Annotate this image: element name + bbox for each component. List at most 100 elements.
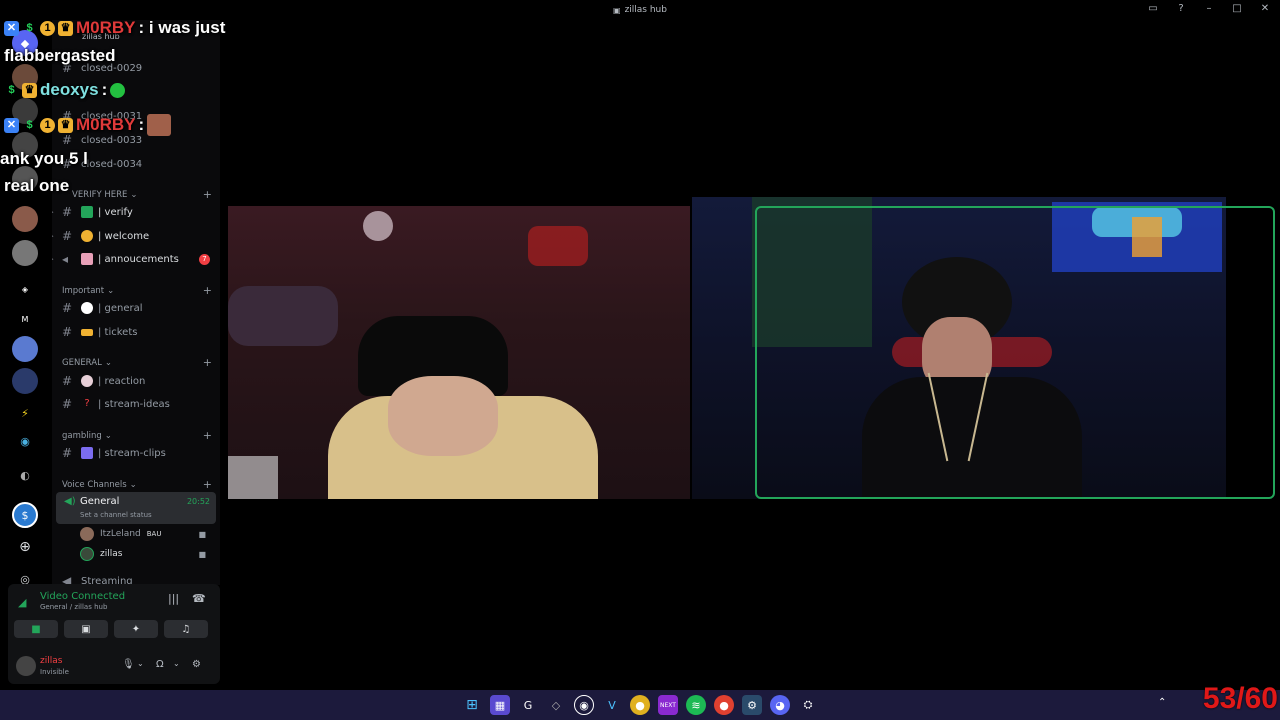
spotify-icon[interactable]: ≋ [686, 695, 706, 715]
activities-button[interactable]: ✦ [114, 620, 158, 638]
camera-icon: ■ [198, 549, 206, 559]
dollar-server-icon[interactable]: $ [12, 502, 38, 528]
channel-reaction[interactable]: # | reaction [52, 371, 220, 391]
window-title: zillas hub [624, 5, 667, 15]
voice-channel-streaming[interactable]: ◀ Streaming [52, 571, 220, 585]
help-icon[interactable]: ? [1174, 3, 1188, 14]
steam-icon[interactable]: ⚙ [742, 695, 762, 715]
settings-gear-icon[interactable]: ⚙ [192, 659, 201, 670]
disconnect-icon[interactable]: ☎ [192, 592, 206, 605]
add-channel-icon[interactable]: + [203, 478, 212, 491]
channel-tickets[interactable]: # | tickets [52, 322, 220, 342]
noise-suppression-icon[interactable]: ||| [168, 592, 179, 605]
close-button[interactable]: ✕ [1258, 3, 1272, 14]
chevron-down-icon[interactable]: ⌄ [173, 659, 180, 668]
screenshare-button[interactable]: ▣ [64, 620, 108, 638]
category-label: GENERAL [62, 357, 102, 368]
chat-username: M0RBY [76, 18, 136, 37]
category-general[interactable]: GENERAL ⌄ + [62, 356, 212, 369]
badge-icon: ✕ [4, 117, 19, 133]
server-icon-8[interactable]: ◈ [12, 276, 38, 302]
chat-username: M0RBY [76, 115, 136, 134]
camera-button[interactable]: ■ [14, 620, 58, 638]
inbox-icon[interactable]: ▭ [1146, 3, 1160, 14]
app-icon[interactable]: NEXT [658, 695, 678, 715]
server-icon-13[interactable]: ◐ [12, 462, 38, 488]
hash-icon: # [62, 301, 73, 315]
voice-user-itzleland[interactable]: ItzLeland BAU ■ [80, 525, 216, 543]
category-gambling[interactable]: gambling ⌄ + [62, 429, 212, 442]
dollar-badge-icon: $ [26, 118, 33, 131]
channel-label: | reaction [98, 375, 146, 387]
user-name: zillas [40, 656, 63, 666]
vscode-icon[interactable]: V [602, 695, 622, 715]
user-tag: BAU [146, 530, 162, 538]
chat-text: : i was just [138, 18, 226, 37]
add-channel-icon[interactable]: + [203, 356, 212, 369]
video-tile-itzleland[interactable] [228, 206, 690, 499]
channel-label: | stream-clips [98, 447, 166, 459]
app-icon[interactable]: ⛭ [798, 695, 818, 715]
add-server-icon[interactable]: ⊕ [12, 534, 38, 560]
windows-start-icon[interactable]: ⊞ [462, 695, 482, 715]
channel-stream-clips[interactable]: # | stream-clips [52, 443, 220, 463]
badge-icon: ✕ [4, 20, 19, 36]
chat-text: flabbergasted [4, 46, 116, 65]
obs-icon[interactable]: ◉ [574, 695, 594, 715]
chat-message: $ ♛ deoxys : [4, 80, 126, 100]
app-icon[interactable]: G [518, 695, 538, 715]
voice-user-name: zillas [100, 549, 123, 559]
app-icon[interactable]: ◇ [546, 695, 566, 715]
fps-counter: 53/60 [1202, 682, 1278, 715]
mic-icon[interactable]: 🎙 [122, 659, 135, 670]
add-channel-icon[interactable]: + [203, 429, 212, 442]
chevron-right-icon: ▸ [52, 232, 54, 240]
chat-username: deoxys [40, 80, 99, 99]
voice-channel-general[interactable]: ◀) General 20:52 Set a channel status [56, 492, 216, 524]
channel-welcome[interactable]: ▸ # | welcome [52, 226, 220, 246]
server-icon-11[interactable] [12, 368, 38, 394]
maximize-button[interactable]: □ [1230, 3, 1244, 14]
discord-icon[interactable]: ◕ [770, 695, 790, 715]
clip-icon [81, 447, 93, 459]
megaphone-icon: ◂ [62, 252, 69, 266]
minimize-button[interactable]: – [1202, 3, 1216, 14]
question-icon: ? [84, 398, 90, 409]
voice-timer: 20:52 [186, 497, 210, 506]
channel-annoucements[interactable]: ▸ ◂ | annoucements 7 [52, 249, 220, 269]
apps-icon[interactable]: ▦ [490, 695, 510, 715]
server-icon-10[interactable] [12, 336, 38, 362]
chevron-up-icon[interactable]: ⌃ [1158, 697, 1166, 708]
crown-badge-icon: ♛ [22, 82, 37, 98]
server-icon-7[interactable] [12, 240, 38, 266]
channel-label: | annoucements [98, 253, 179, 265]
voice-user-name: ItzLeland [100, 529, 141, 539]
chrome-icon[interactable]: ● [630, 695, 650, 715]
server-icon-9[interactable]: M [12, 306, 38, 332]
crown-badge-icon: ♛ [58, 20, 73, 36]
category-important[interactable]: Important ⌄ + [62, 284, 212, 297]
add-channel-icon[interactable]: + [203, 284, 212, 297]
category-voice-channels[interactable]: Voice Channels ⌄ + [62, 478, 212, 491]
voice-channel-name: General [80, 496, 120, 507]
hash-icon: # [62, 446, 73, 460]
channel-general-text[interactable]: # | general [52, 298, 220, 318]
channel-label: | tickets [98, 326, 138, 338]
emote-icon [147, 114, 172, 136]
chevron-down-icon[interactable]: ⌄ [137, 659, 144, 668]
chat-text: ank you 5 l [0, 149, 88, 168]
chrome-icon[interactable]: ● [714, 695, 734, 715]
channel-stream-ideas[interactable]: #? | stream-ideas [52, 394, 220, 414]
soundboard-button[interactable]: ♫ [164, 620, 208, 638]
stream-chat-overlay: ✕ $ 1 ♛ M0RBY : i was just flabbergasted… [0, 0, 260, 210]
headphones-icon[interactable]: Ω [156, 659, 164, 670]
lightning-icon[interactable]: ⚡ [12, 400, 38, 426]
speaking-indicator [755, 206, 1275, 499]
voice-user-zillas[interactable]: zillas ■ [80, 545, 216, 563]
channel-status-prompt[interactable]: Set a channel status [80, 511, 152, 519]
server-icon: ▣ [613, 5, 621, 15]
chat-message: ✕ $ 1 ♛ M0RBY : [4, 114, 172, 136]
avatar [80, 527, 94, 541]
server-icon-12[interactable]: ◉ [12, 428, 38, 454]
voice-connected-location[interactable]: General / zillas hub [40, 603, 107, 611]
